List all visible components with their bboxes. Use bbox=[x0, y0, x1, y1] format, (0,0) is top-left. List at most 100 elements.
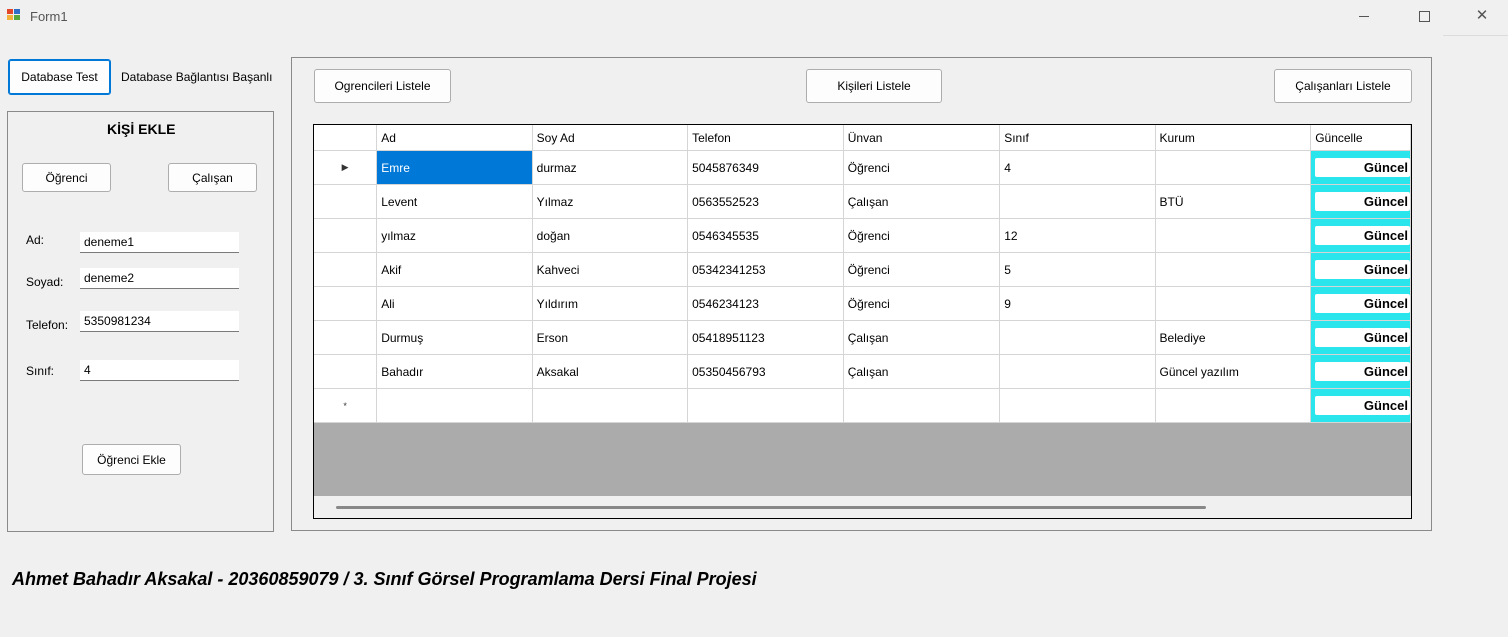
column-header[interactable]: Sınıf bbox=[999, 125, 1156, 151]
row-header[interactable] bbox=[314, 286, 378, 321]
grid-cell[interactable]: Emre bbox=[376, 150, 533, 185]
soyad-field[interactable]: deneme2 bbox=[80, 268, 239, 289]
grid-cell[interactable] bbox=[1155, 252, 1312, 287]
list-people-button[interactable]: Kişileri Listele bbox=[806, 69, 942, 103]
close-icon[interactable]: ✕ bbox=[1459, 0, 1505, 34]
grid-cell[interactable]: Belediye bbox=[1155, 320, 1312, 355]
grid-cell[interactable]: BTÜ bbox=[1155, 184, 1312, 219]
table-row[interactable]: Levent Yılmaz 0563552523 Çalışan BTÜ Güncel bbox=[314, 184, 1411, 219]
table-row[interactable]: yılmaz doğan 0546345535 Öğrenci 12 Güncel bbox=[314, 218, 1411, 253]
grid-cell[interactable]: 05342341253 bbox=[687, 252, 844, 287]
grid-cell[interactable] bbox=[1155, 388, 1312, 423]
horizontal-scrollbar[interactable] bbox=[314, 496, 1411, 518]
table-row[interactable]: ▶ Emre durmaz 5045876349 Öğrenci 4 Güncel bbox=[314, 150, 1411, 185]
grid-cell[interactable]: 4 bbox=[999, 150, 1156, 185]
column-header[interactable]: Kurum bbox=[1155, 125, 1312, 151]
grid-cell[interactable]: Yılmaz bbox=[532, 184, 689, 219]
table-row[interactable]: Bahadır Aksakal 05350456793 Çalışan Güncel y… bbox=[314, 354, 1411, 389]
row-header[interactable] bbox=[314, 354, 378, 389]
grid-cell[interactable] bbox=[999, 320, 1156, 355]
grid-cell[interactable]: 5045876349 bbox=[687, 150, 844, 185]
grid-cell[interactable]: Levent bbox=[376, 184, 533, 219]
grid-new-row[interactable]: * Güncel bbox=[314, 388, 1411, 423]
grid-corner-header[interactable] bbox=[314, 125, 378, 151]
grid-header-row: Ad Soy Ad Telefon Ünvan Sınıf Kurum Günc… bbox=[314, 125, 1411, 151]
grid-cell[interactable] bbox=[999, 354, 1156, 389]
grid-cell[interactable]: 05350456793 bbox=[687, 354, 844, 389]
grid-cell[interactable]: Öğrenci bbox=[843, 252, 1001, 287]
column-header[interactable]: Ad bbox=[376, 125, 533, 151]
grid-cell[interactable]: 9 bbox=[999, 286, 1156, 321]
scrollbar-thumb[interactable] bbox=[336, 506, 1206, 509]
grid-cell[interactable]: yılmaz bbox=[376, 218, 533, 253]
grid-cell[interactable] bbox=[687, 388, 844, 423]
student-mode-button[interactable]: Öğrenci bbox=[22, 163, 111, 192]
grid-cell[interactable]: Ali bbox=[376, 286, 533, 321]
list-students-button[interactable]: Ogrencileri Listele bbox=[314, 69, 451, 103]
grid-cell[interactable] bbox=[1155, 218, 1312, 253]
column-header[interactable]: Soy Ad bbox=[532, 125, 689, 151]
grid-cell[interactable]: durmaz bbox=[532, 150, 689, 185]
column-header[interactable]: Ünvan bbox=[843, 125, 1001, 151]
grid-cell[interactable]: Kahveci bbox=[532, 252, 689, 287]
employee-mode-button[interactable]: Çalışan bbox=[168, 163, 257, 192]
grid-cell[interactable]: doğan bbox=[532, 218, 689, 253]
column-header[interactable]: Güncelle bbox=[1310, 125, 1411, 151]
list-employees-button[interactable]: Çalışanları Listele bbox=[1274, 69, 1412, 103]
grid-cell[interactable]: Aksakal bbox=[532, 354, 689, 389]
grid-cell[interactable]: Çalışan bbox=[843, 354, 1001, 389]
grid-cell[interactable]: 12 bbox=[999, 218, 1156, 253]
row-header[interactable] bbox=[314, 218, 378, 253]
ad-field[interactable]: deneme1 bbox=[80, 232, 239, 253]
grid-cell[interactable] bbox=[1155, 150, 1312, 185]
grid-cell[interactable]: 0546234123 bbox=[687, 286, 844, 321]
row-header[interactable] bbox=[314, 184, 378, 219]
table-row[interactable]: Akif Kahveci 05342341253 Öğrenci 5 Güncel bbox=[314, 252, 1411, 287]
grid-cell[interactable]: 0546345535 bbox=[687, 218, 844, 253]
row-header[interactable]: * bbox=[314, 388, 378, 423]
grid-cell[interactable]: Çalışan bbox=[843, 184, 1001, 219]
grid-cell[interactable]: Güncel yazılım bbox=[1155, 354, 1312, 389]
update-button[interactable]: Güncel bbox=[1315, 260, 1410, 279]
data-grid[interactable]: Ad Soy Ad Telefon Ünvan Sınıf Kurum Günc… bbox=[313, 124, 1412, 519]
sinif-field[interactable]: 4 bbox=[80, 360, 239, 381]
grid-cell[interactable] bbox=[1155, 286, 1312, 321]
grid-cell[interactable]: Bahadır bbox=[376, 354, 533, 389]
table-row[interactable]: Durmuş Erson 05418951123 Çalışan Belediye Gün… bbox=[314, 320, 1411, 355]
grid-cell[interactable] bbox=[843, 388, 1001, 423]
update-button[interactable]: Güncel bbox=[1315, 192, 1410, 211]
grid-cell[interactable]: 05418951123 bbox=[687, 320, 844, 355]
grid-cell[interactable]: Akif bbox=[376, 252, 533, 287]
table-row[interactable]: Ali Yıldırım 0546234123 Öğrenci 9 Güncel bbox=[314, 286, 1411, 321]
sinif-label: Sınıf: bbox=[26, 364, 55, 378]
minimize-icon[interactable] bbox=[1359, 16, 1369, 17]
update-button[interactable]: Güncel bbox=[1315, 158, 1410, 177]
add-student-button[interactable]: Öğrenci Ekle bbox=[82, 444, 181, 475]
update-button[interactable]: Güncel bbox=[1315, 294, 1410, 313]
grid-cell[interactable] bbox=[999, 388, 1156, 423]
update-button[interactable]: Güncel bbox=[1315, 328, 1410, 347]
grid-cell[interactable]: Öğrenci bbox=[843, 150, 1001, 185]
grid-cell[interactable] bbox=[999, 184, 1156, 219]
grid-cell[interactable] bbox=[376, 388, 533, 423]
grid-cell[interactable] bbox=[532, 388, 689, 423]
row-header[interactable] bbox=[314, 252, 378, 287]
grid-cell[interactable]: Çalışan bbox=[843, 320, 1001, 355]
row-header[interactable]: ▶ bbox=[314, 150, 378, 185]
database-test-button[interactable]: Database Test bbox=[8, 59, 111, 95]
update-cell: Güncel bbox=[1310, 150, 1411, 185]
row-header[interactable] bbox=[314, 320, 378, 355]
grid-cell[interactable]: Yıldırım bbox=[532, 286, 689, 321]
grid-cell[interactable]: 0563552523 bbox=[687, 184, 844, 219]
update-button[interactable]: Güncel bbox=[1315, 396, 1410, 415]
update-button[interactable]: Güncel bbox=[1315, 226, 1410, 245]
grid-cell[interactable]: Öğrenci bbox=[843, 218, 1001, 253]
column-header[interactable]: Telefon bbox=[687, 125, 844, 151]
grid-cell[interactable]: Erson bbox=[532, 320, 689, 355]
grid-cell[interactable]: 5 bbox=[999, 252, 1156, 287]
grid-cell[interactable]: Durmuş bbox=[376, 320, 533, 355]
update-button[interactable]: Güncel bbox=[1315, 362, 1410, 381]
telefon-field[interactable]: 5350981234 bbox=[80, 311, 239, 332]
grid-cell[interactable]: Öğrenci bbox=[843, 286, 1001, 321]
maximize-icon[interactable] bbox=[1419, 11, 1430, 22]
